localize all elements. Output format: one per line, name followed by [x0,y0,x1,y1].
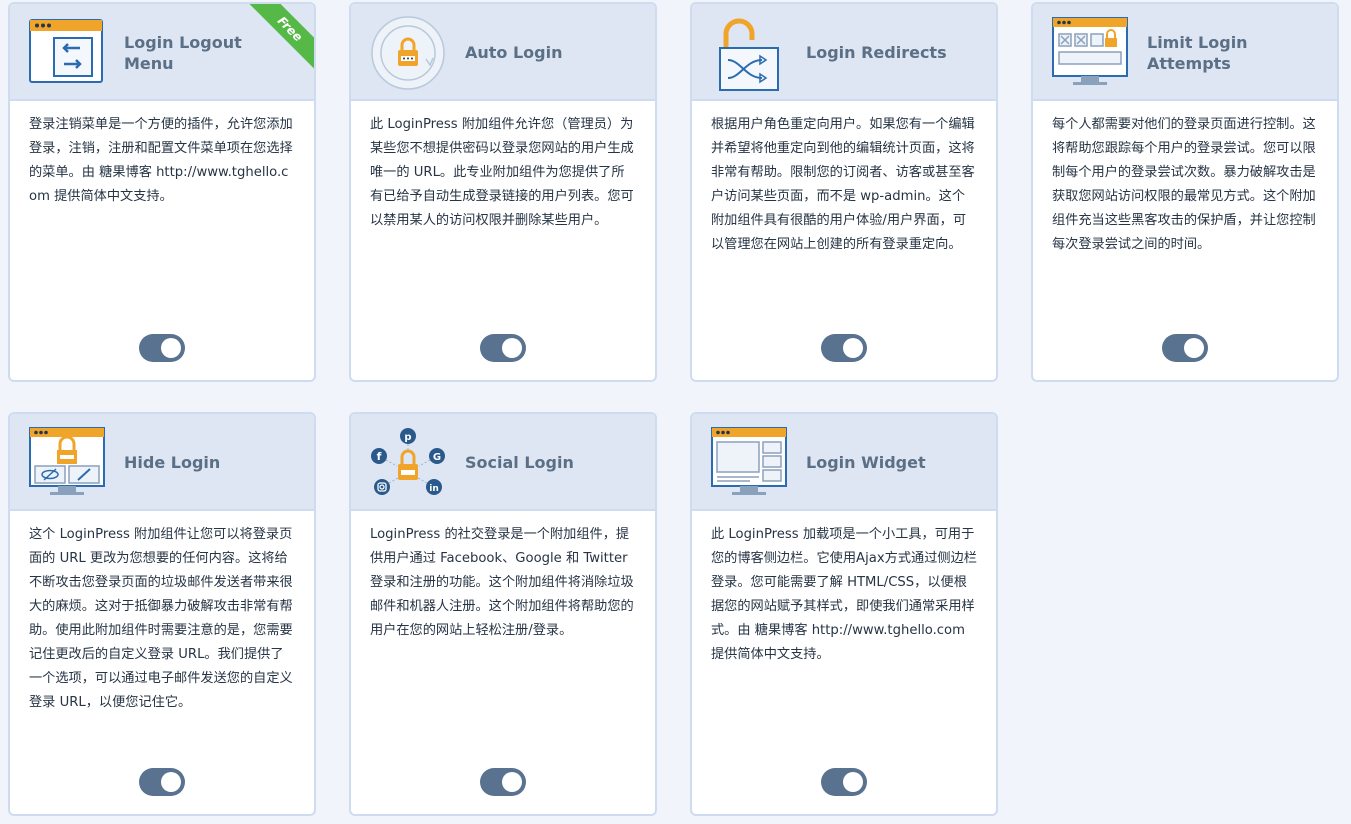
card-title: Login Redirects [806,43,947,62]
svg-text:G: G [433,452,441,463]
addons-grid: Login Logout Menu Free 登录注销菜单是一个方便的插件，允许… [0,0,1351,824]
enable-toggle-login-widget[interactable] [821,768,867,796]
card-description: 每个人都需要对他们的登录页面进行控制。这将帮助您跟踪每个用户的登录尝试。您可以限… [1052,117,1316,252]
enable-toggle-login-redirects[interactable] [821,334,867,362]
card-title: Limit Login Attempts [1147,32,1248,73]
free-ribbon: Free [248,4,314,70]
card-description: 这个 LoginPress 附加组件让您可以将登录页面的 URL 更改为您想要的… [29,527,293,710]
addon-card-login-widget: Login Widget 此 LoginPress 加载项是一个小工具，可用于您… [690,412,998,816]
card-header: Login Logout Menu Free [10,4,314,101]
card-header: Limit Login Attempts [1033,4,1337,101]
card-description: 根据用户角色重定向用户。如果您有一个编辑并希望将他重定向到他的编辑统计页面，这将… [711,117,975,252]
card-description: 此 LoginPress 附加组件允许您（管理员）为某些您不想提供密码以登录您网… [370,117,634,228]
toggle-knob [1184,338,1204,358]
card-header: Hide Login [10,414,314,511]
card-description: 登录注销菜单是一个方便的插件，允许您添加登录，注销，注册和配置文件菜单项在您选择… [29,117,293,204]
addon-card-limit-login-attempts: Limit Login Attempts 每个人都需要对他们的登录页面进行控制。… [1031,2,1339,382]
card-header: Auto Login [351,4,655,101]
card-title: Hide Login [124,453,221,472]
toggle-knob [502,772,522,792]
enable-toggle-limit-login-attempts[interactable] [1162,334,1208,362]
toggle-knob [161,772,181,792]
card-header: p f G in Social Login [351,414,655,511]
enable-toggle-social-login[interactable] [480,768,526,796]
toggle-knob [843,772,863,792]
enable-toggle-login-logout-menu[interactable] [139,334,185,362]
card-description: 此 LoginPress 加载项是一个小工具，可用于您的博客侧边栏。它使用Aja… [711,527,977,662]
login-widget-icon [711,427,787,495]
toggle-knob [161,338,181,358]
enable-toggle-auto-login[interactable] [480,334,526,362]
addon-card-login-logout-menu: Login Logout Menu Free 登录注销菜单是一个方便的插件，允许… [8,2,316,382]
svg-text:p: p [404,432,411,443]
addon-card-auto-login: Auto Login 此 LoginPress 附加组件允许您（管理员）为某些您… [349,2,657,382]
card-title: Login Widget [806,453,926,472]
addon-card-social-login: p f G in Social Login LoginPress 的社交登录是一… [349,412,657,816]
card-title: Auto Login [465,43,563,62]
card-title: Social Login [465,453,574,472]
svg-text:f: f [377,450,382,463]
card-description: LoginPress 的社交登录是一个附加组件，提供用户通过 Facebook、… [370,527,634,638]
logout-menu-icon [29,19,103,83]
enable-toggle-hide-login[interactable] [139,768,185,796]
addon-card-login-redirects: Login Redirects 根据用户角色重定向用户。如果您有一个编辑并希望将… [690,2,998,382]
toggle-knob [843,338,863,358]
limit-login-attempts-icon [1052,17,1128,85]
social-login-icon: p f G in [371,428,445,495]
svg-text:in: in [429,484,439,494]
auto-login-icon [371,16,445,90]
addon-card-hide-login: Hide Login 这个 LoginPress 附加组件让您可以将登录页面的 … [8,412,316,816]
free-ribbon-label: Free [248,4,314,70]
hide-login-icon [29,427,105,495]
login-redirects-icon [719,18,779,91]
card-header: Login Widget [692,414,996,511]
toggle-knob [502,338,522,358]
card-header: Login Redirects [692,4,996,101]
